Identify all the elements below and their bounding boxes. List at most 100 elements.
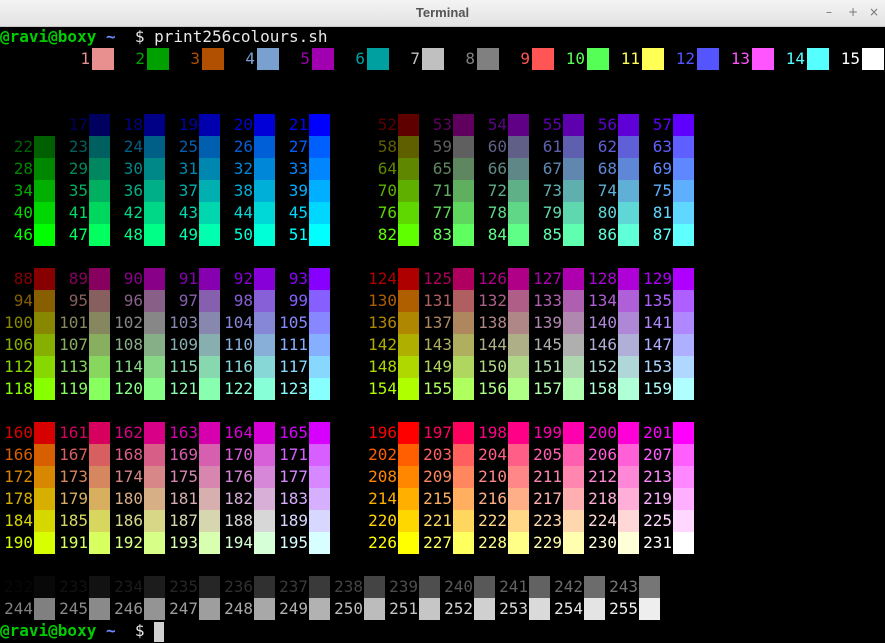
colour-swatch <box>618 510 639 532</box>
colour-cell-64: 64 <box>364 158 419 180</box>
colour-swatch <box>563 488 584 510</box>
colour-swatch <box>34 378 55 400</box>
colour-number: 131 <box>423 291 452 310</box>
colour-swatch <box>453 488 474 510</box>
colour-swatch <box>563 466 584 488</box>
colour-swatch <box>199 532 220 554</box>
colour-swatch <box>254 180 275 202</box>
colour-swatch <box>89 422 110 444</box>
colour-number: 120 <box>114 379 143 398</box>
colour-swatch <box>199 180 220 202</box>
colour-swatch <box>508 290 529 312</box>
colour-swatch <box>89 136 110 158</box>
colour-cell-99: 99 <box>275 290 330 312</box>
colour-number: 128 <box>588 269 617 288</box>
colour-number: 205 <box>533 445 562 464</box>
colour-cell-104: 104 <box>220 312 275 334</box>
colour-cell-90: 90 <box>110 268 165 290</box>
colour-cell-168: 168 <box>110 444 165 466</box>
colour-swatch <box>199 334 220 356</box>
colour-swatch <box>144 356 165 378</box>
colour-swatch <box>309 180 330 202</box>
colour-swatch <box>34 532 55 554</box>
terminal-window[interactable]: Terminal – + × @ravi@boxy ~ $ print256co… <box>0 0 885 643</box>
colour-number: 196 <box>368 423 397 442</box>
colour-cell-57: 57 <box>639 114 694 136</box>
colour-cell-35: 35 <box>55 180 110 202</box>
colour-swatch <box>563 290 584 312</box>
colour-cell-145: 145 <box>529 334 584 356</box>
maximize-button[interactable]: + <box>845 0 861 24</box>
colour-number: 203 <box>423 445 452 464</box>
colour-cell-65: 65 <box>419 158 474 180</box>
prompt-path: ~ <box>105 621 116 640</box>
colour-number: 152 <box>588 357 617 376</box>
colour-cell-131: 131 <box>419 290 474 312</box>
input-line[interactable]: @ravi@boxy ~ $ <box>0 620 165 642</box>
colour-cell-91: 91 <box>165 268 220 290</box>
colour-number: 238 <box>334 577 363 596</box>
colour-number: 145 <box>533 335 562 354</box>
colour-number: 102 <box>114 313 143 332</box>
colour-cell-137: 137 <box>419 312 474 334</box>
colour-number: 27 <box>288 137 308 156</box>
terminal-output[interactable]: @ravi@boxy ~ $ print256colours.sh 012345… <box>0 26 885 643</box>
colour-number: 16 <box>13 115 33 134</box>
colour-number: 186 <box>114 511 143 530</box>
colour-swatch <box>563 510 584 532</box>
colour-number: 132 <box>478 291 507 310</box>
colour-swatch <box>89 598 110 620</box>
colour-number: 31 <box>178 159 198 178</box>
colour-number: 17 <box>68 115 88 134</box>
colour-cell-242: 242 <box>550 576 605 598</box>
colour-number: 160 <box>4 423 33 442</box>
colour-number: 45 <box>288 203 308 222</box>
colour-cell-106: 106 <box>0 334 55 356</box>
colour-swatch <box>618 202 639 224</box>
prompt-symbol: $ <box>134 621 145 640</box>
colour-number: 124 <box>368 269 397 288</box>
colour-cell-200: 200 <box>584 422 639 444</box>
colour-number: 21 <box>288 115 308 134</box>
close-button[interactable]: × <box>866 0 882 24</box>
colour-swatch <box>199 268 220 290</box>
colour-number: 165 <box>279 423 308 442</box>
colour-cell-148: 148 <box>364 356 419 378</box>
title-bar[interactable]: Terminal – + × <box>0 0 885 27</box>
colour-number: 33 <box>288 159 308 178</box>
colour-cell-164: 164 <box>220 422 275 444</box>
colour-swatch <box>398 422 419 444</box>
colour-swatch <box>618 466 639 488</box>
colour-number: 167 <box>59 445 88 464</box>
colour-swatch <box>34 356 55 378</box>
command-line: @ravi@boxy ~ $ print256colours.sh <box>0 26 328 48</box>
colour-cell-197: 197 <box>419 422 474 444</box>
colour-swatch <box>144 598 165 620</box>
colour-swatch <box>453 422 474 444</box>
colour-cell-230: 230 <box>584 532 639 554</box>
colour-swatch <box>199 422 220 444</box>
colour-cell-84: 84 <box>474 224 529 246</box>
colour-cell-173: 173 <box>55 466 110 488</box>
colour-cell-41: 41 <box>55 202 110 224</box>
colour-number: 221 <box>423 511 452 530</box>
colour-cell-34: 34 <box>0 180 55 202</box>
colour-number: 135 <box>643 291 672 310</box>
colour-swatch <box>309 378 330 400</box>
colour-number: 198 <box>478 423 507 442</box>
colour-swatch <box>199 224 220 246</box>
minimize-button[interactable]: – <box>821 0 837 24</box>
colour-number: 43 <box>178 203 198 222</box>
colour-cell-188: 188 <box>220 510 275 532</box>
colour-number: 61 <box>542 137 562 156</box>
colour-number: 8 <box>465 49 475 68</box>
colour-number: 126 <box>478 269 507 288</box>
colour-cell-105: 105 <box>275 312 330 334</box>
colour-cell-192: 192 <box>110 532 165 554</box>
colour-cell-212: 212 <box>584 466 639 488</box>
colour-cell-187: 187 <box>165 510 220 532</box>
colour-swatch <box>92 48 114 70</box>
colour-number: 153 <box>643 357 672 376</box>
colour-swatch <box>618 444 639 466</box>
colour-number: 172 <box>4 467 33 486</box>
